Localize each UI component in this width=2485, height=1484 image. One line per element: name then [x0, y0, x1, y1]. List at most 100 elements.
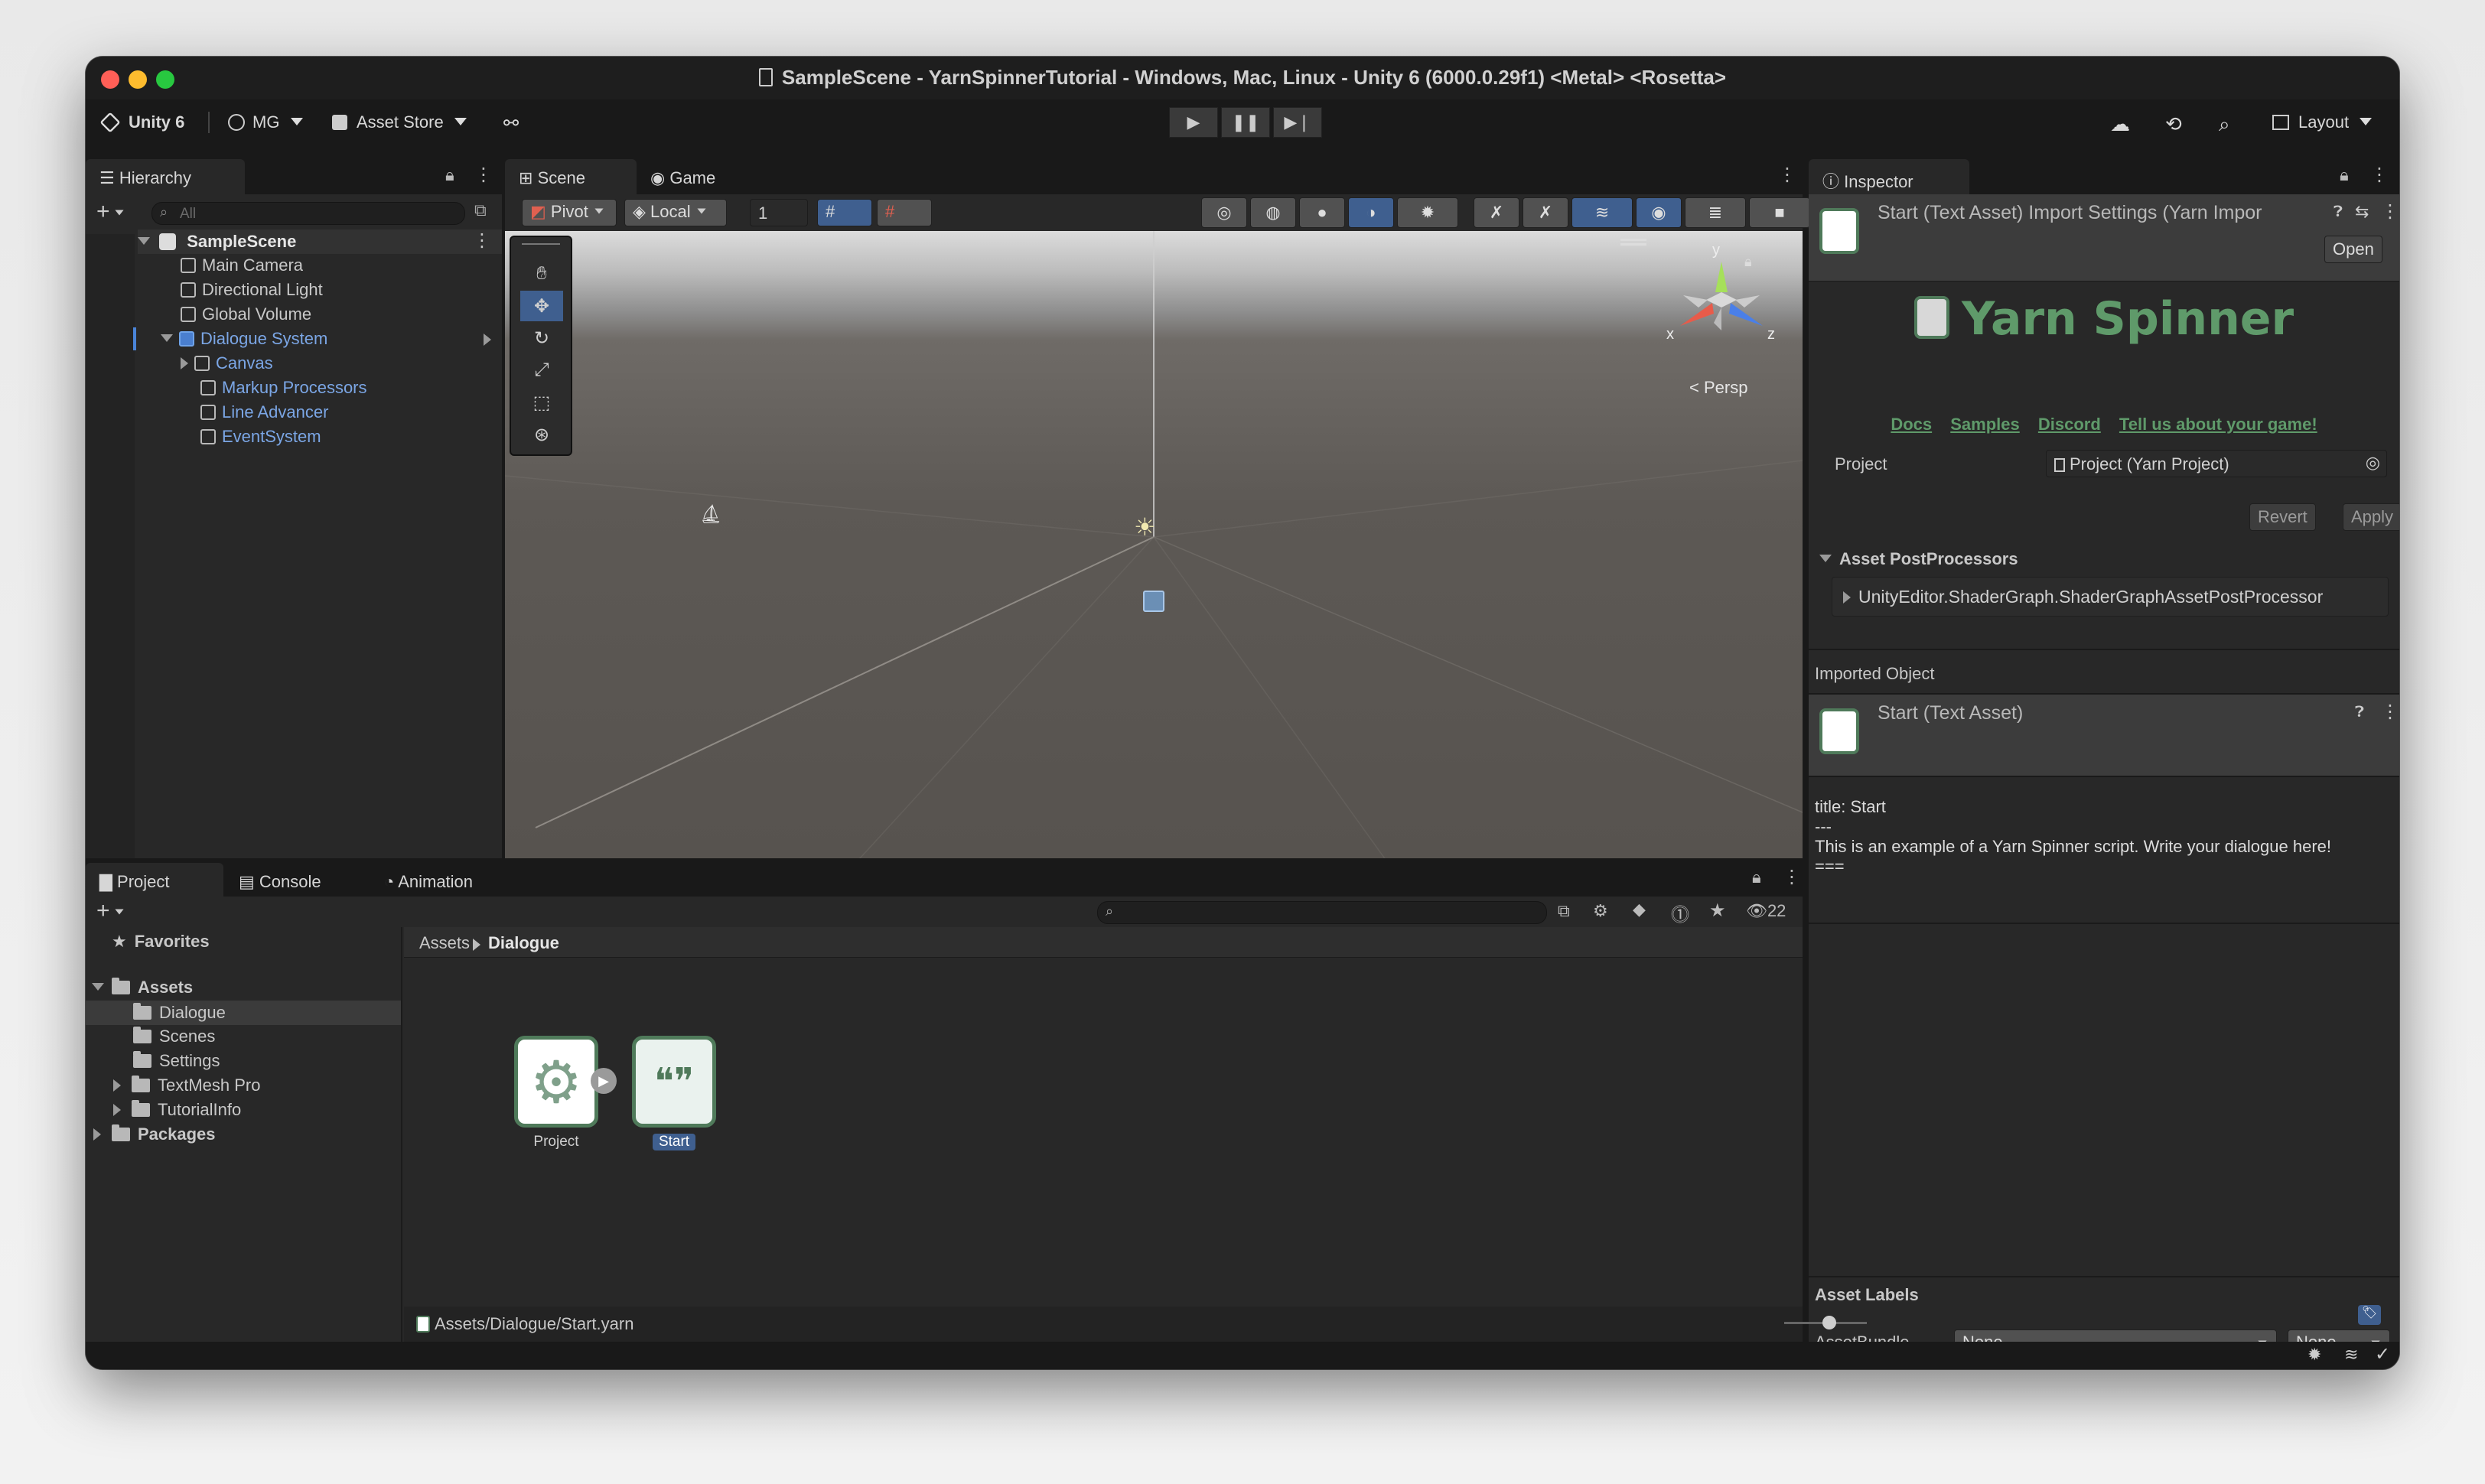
more-options-icon[interactable]: ⋮ [2381, 200, 2399, 223]
postprocessors-foldout[interactable]: Asset PostProcessors [1819, 549, 2018, 569]
slider-thumb[interactable] [1822, 1316, 1836, 1329]
check-circle-icon[interactable]: ✓ [2375, 1343, 2390, 1365]
issues-icon[interactable]: ⓵ [1671, 900, 1689, 926]
scene-search-options-icon[interactable]: ⧉ [474, 200, 487, 220]
hierarchy-item[interactable]: Line Advancer [200, 402, 328, 422]
favorites-item[interactable]: ★ Favorites [112, 932, 210, 952]
feedback-link[interactable]: Tell us about your game! [2119, 415, 2317, 434]
more-options-icon[interactable]: ⋮ [2381, 701, 2399, 723]
layout-dropdown[interactable]: Layout [2272, 112, 2373, 132]
samples-link[interactable]: Samples [1950, 415, 2020, 434]
hierarchy-item[interactable]: EventSystem [200, 427, 321, 447]
orientation-gizmo[interactable]: y x z [1666, 242, 1775, 353]
local-dropdown[interactable]: ◈ Local [624, 199, 727, 226]
play-button[interactable]: ▶ [1169, 107, 1218, 138]
docs-link[interactable]: Docs [1891, 415, 1932, 434]
lighting-toggle[interactable]: ◑ [1348, 197, 1394, 228]
effects-toggle[interactable]: ✗ [1523, 197, 1568, 228]
layers-dropdown[interactable]: ≋ [1571, 197, 1633, 228]
lock-icon[interactable]: 🔒︎ [2340, 165, 2349, 185]
pivot-dropdown[interactable]: ◩ Pivot [522, 199, 617, 226]
visibility-toggle[interactable]: ◉ [1636, 197, 1682, 228]
folder-item-settings[interactable]: Settings [133, 1051, 220, 1071]
asset-store-dropdown[interactable]: Asset Store [332, 112, 467, 132]
revert-button[interactable]: Revert [2249, 503, 2316, 531]
rect-tool-button[interactable]: ⬚ [520, 387, 563, 418]
audio-toggle[interactable]: ✗ [1474, 197, 1519, 228]
filter-by-type-icon[interactable]: ⚙ [1593, 901, 1608, 921]
postprocessor-item[interactable]: UnityEditor.ShaderGraph.ShaderGraphAsset… [1843, 587, 2323, 607]
hierarchy-item[interactable]: Dialogue System [161, 329, 502, 349]
version-control-icon[interactable]: ⚯ [503, 112, 519, 135]
drag-handle[interactable] [522, 243, 560, 245]
layers-icon[interactable]: ≋ [2344, 1345, 2358, 1365]
search-by-type-icon[interactable]: ⧉ [1558, 901, 1570, 921]
asset-start[interactable]: ❝❞ Start [632, 1036, 716, 1150]
hierarchy-item[interactable]: Main Camera [181, 255, 303, 275]
hierarchy-item[interactable]: Markup Processors [200, 378, 367, 398]
folder-item-dialogue[interactable]: Dialogue [86, 1001, 401, 1025]
asset-project[interactable]: ⚙ ▶ Project [514, 1036, 617, 1150]
folder-item-textmesh-pro[interactable]: TextMesh Pro [113, 1076, 261, 1095]
tag-icon[interactable]: 🏷︎ [2358, 1305, 2381, 1325]
hidden-packages-toggle[interactable]: 👁︎22 [1746, 901, 1786, 921]
shading-shaded-button[interactable]: ● [1299, 197, 1345, 228]
help-icon[interactable]: ❓︎ [2355, 704, 2364, 721]
pause-button[interactable]: ❚❚ [1221, 107, 1270, 138]
breadcrumb-current[interactable]: Dialogue [488, 933, 559, 953]
apply-button[interactable]: Apply [2343, 503, 2399, 531]
more-options-icon[interactable]: ⋮ [1783, 866, 1801, 888]
transform-tool-button[interactable]: ⊛ [520, 419, 563, 450]
unity-account-button[interactable]: Unity 6 [99, 112, 184, 133]
scene-row[interactable]: SampleScene ⋮ [138, 229, 502, 254]
tab-inspector[interactable]: ⓘ Inspector [1809, 159, 1969, 194]
filter-by-label-icon[interactable]: ◆ [1633, 900, 1646, 919]
open-button[interactable]: Open [2324, 236, 2382, 263]
gameobject-gizmo[interactable] [1143, 591, 1164, 612]
expand-play-icon[interactable]: ▶ [591, 1068, 617, 1094]
projection-toggle[interactable]: < Persp [1689, 378, 1747, 398]
more-options-icon[interactable]: ⋮ [473, 229, 491, 252]
overlay-menu-icon[interactable] [1620, 239, 1646, 241]
folder-item-tutorialinfo[interactable]: TutorialInfo [113, 1100, 241, 1120]
debug-dropdown[interactable]: ✹ [1397, 197, 1458, 228]
object-picker-icon[interactable]: ◎ [2366, 453, 2380, 473]
favorites-star-icon[interactable]: ★ [1709, 900, 1726, 922]
move-tool-button[interactable]: ✥ [520, 291, 563, 321]
tab-project[interactable]: ▇ Project [86, 863, 223, 897]
increment-snap-toggle[interactable]: # [877, 199, 932, 226]
bug-off-icon[interactable]: ✹ [2308, 1345, 2321, 1365]
hand-tool-button[interactable]: ✋︎ [520, 259, 563, 289]
assets-item[interactable]: Assets [92, 978, 193, 997]
more-options-icon[interactable]: ⋮ [474, 164, 493, 186]
hierarchy-item[interactable]: Global Volume [181, 304, 311, 324]
render-layers-dropdown[interactable]: ≣ [1685, 197, 1746, 228]
rotate-tool-button[interactable]: ↻ [520, 323, 563, 353]
lock-icon[interactable]: 🔒︎ [445, 165, 454, 185]
account-dropdown[interactable]: MG [228, 112, 303, 132]
tab-hierarchy[interactable]: ☰ Hierarchy [86, 159, 245, 194]
camera-dropdown[interactable]: ■ [1749, 197, 1810, 228]
scene-viewport[interactable]: ✋︎ ✥ ↻ ⤢ ⬚ ⊛ ☀ ⛵︎ 🔒︎ y x z < Persp [505, 231, 1803, 912]
folder-item-scenes[interactable]: Scenes [133, 1027, 215, 1046]
tab-console[interactable]: ▤ Console [225, 863, 370, 897]
hierarchy-item[interactable]: Directional Light [181, 280, 323, 300]
tab-animation[interactable]: ◔ Animation [370, 863, 539, 897]
add-icon[interactable]: + [96, 199, 125, 225]
cloud-icon[interactable]: ☁ [2110, 112, 2130, 136]
step-button[interactable]: ▶❘ [1273, 107, 1322, 138]
grid-snapping-toggle[interactable]: # [817, 199, 872, 226]
directional-light-icon[interactable]: ☀ [1134, 513, 1156, 542]
more-options-icon[interactable]: ⋮ [2370, 164, 2389, 186]
tab-game[interactable]: ◉ Game [637, 159, 759, 194]
hierarchy-item[interactable]: Canvas [181, 353, 273, 373]
project-object-field[interactable]: Project (Yarn Project) ◎ [2046, 450, 2387, 477]
shading-wireframe-button[interactable]: ◎ [1201, 197, 1247, 228]
lock-icon[interactable]: 🔒︎ [1752, 867, 1761, 887]
packages-item[interactable]: Packages [93, 1124, 216, 1144]
more-options-icon[interactable]: ⋮ [1778, 164, 1796, 186]
scale-tool-button[interactable]: ⤢ [520, 355, 563, 386]
discord-link[interactable]: Discord [2038, 415, 2101, 434]
grid-snap-input[interactable]: 1 [750, 199, 808, 226]
search-icon[interactable]: ⌕ [2219, 112, 2230, 137]
